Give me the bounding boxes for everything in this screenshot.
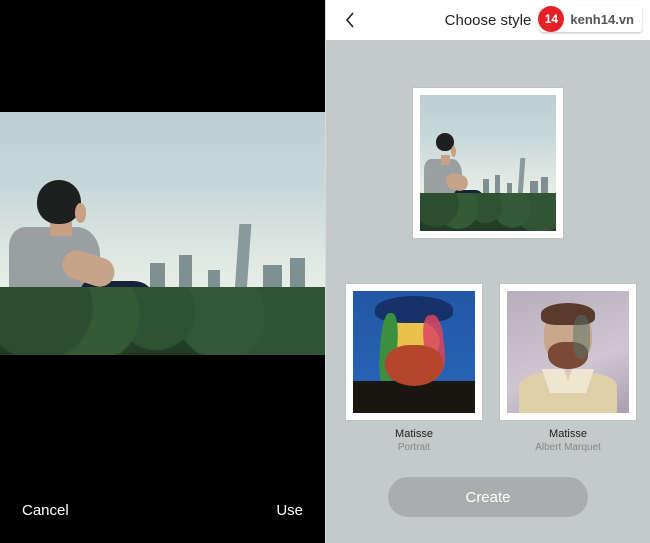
body: Matisse Portrait Matisse Albert Marquet (326, 40, 650, 463)
watermark-badge: 14 kenh14.vn (540, 6, 642, 32)
footer: Create (326, 463, 650, 543)
spacer (0, 355, 325, 483)
spacer (0, 0, 325, 112)
choose-style-screen: Choose style (325, 0, 650, 543)
style-subtitle: Portrait (398, 442, 430, 453)
user-photo (0, 112, 325, 355)
watermark-text: kenh14.vn (570, 12, 634, 27)
user-photo (420, 95, 556, 231)
style-subtitle: Albert Marquet (535, 442, 601, 453)
source-photo-thumbnail[interactable] (413, 88, 563, 238)
cancel-button[interactable]: Cancel (22, 502, 69, 519)
style-options: Matisse Portrait Matisse Albert Marquet (346, 284, 630, 453)
chevron-left-icon (345, 12, 355, 28)
style-thumbnail (353, 291, 475, 413)
style-option-matisse-marquet[interactable]: Matisse Albert Marquet (500, 284, 636, 453)
create-button[interactable]: Create (388, 477, 588, 517)
page-title: Choose style (445, 12, 532, 29)
photo-preview[interactable] (0, 112, 325, 355)
use-button[interactable]: Use (276, 502, 303, 519)
style-title: Matisse (395, 428, 433, 440)
back-button[interactable] (336, 0, 364, 40)
style-thumbnail (507, 291, 629, 413)
watermark-number: 14 (538, 6, 564, 32)
crop-screen: Cancel Use (0, 0, 325, 543)
style-option-matisse-portrait[interactable]: Matisse Portrait (346, 284, 482, 453)
bottom-toolbar: Cancel Use (0, 483, 325, 543)
style-title: Matisse (549, 428, 587, 440)
